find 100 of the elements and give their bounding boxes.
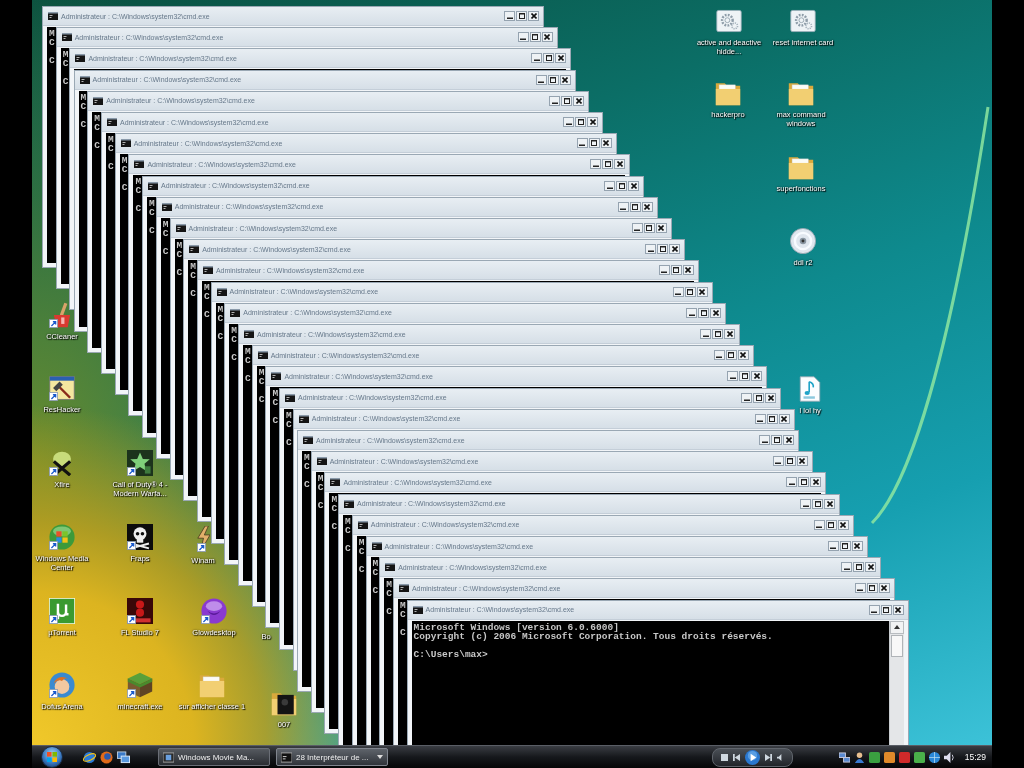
- minimize-button[interactable]: [672, 286, 684, 297]
- minimize-button[interactable]: [549, 95, 561, 106]
- minimize-button[interactable]: [686, 307, 698, 318]
- scroll-thumb[interactable]: [890, 634, 903, 657]
- volume-icon[interactable]: [943, 751, 955, 763]
- globe-icon[interactable]: [928, 751, 940, 763]
- skull-icon[interactable]: [127, 524, 153, 550]
- minimize-button[interactable]: [713, 350, 725, 361]
- minimize-button[interactable]: [604, 180, 616, 191]
- close-button[interactable]: [541, 32, 553, 43]
- close-button[interactable]: [655, 223, 667, 233]
- maximize-button[interactable]: [629, 201, 641, 212]
- close-button[interactable]: [628, 180, 640, 191]
- cartoon-head-icon[interactable]: [49, 672, 75, 698]
- close-button[interactable]: [573, 95, 585, 106]
- minimize-button[interactable]: [700, 329, 711, 339]
- minimize-button[interactable]: [759, 435, 770, 445]
- minimize-button[interactable]: [504, 11, 515, 21]
- maximize-button[interactable]: [866, 583, 878, 594]
- close-button[interactable]: [751, 371, 763, 382]
- minimize-button[interactable]: [576, 138, 588, 149]
- maximize-button[interactable]: [643, 223, 655, 233]
- close-button[interactable]: [724, 329, 735, 339]
- close-button[interactable]: [837, 519, 849, 530]
- taskbar-button[interactable]: 28 Interpréteur de ...: [276, 748, 388, 766]
- maximize-button[interactable]: [825, 519, 837, 530]
- close-button[interactable]: [587, 117, 598, 127]
- maximize-button[interactable]: [616, 180, 628, 191]
- close-button[interactable]: [641, 201, 653, 212]
- console-area[interactable]: Microsoft Windows [version 6.0.6000] Copyright (c) 2006 Microsoft Corporation. Tous droits réservés. C:\Users\max>: [411, 620, 889, 745]
- minimize-button[interactable]: [813, 519, 825, 530]
- maximize-button[interactable]: [784, 456, 796, 467]
- music-file-icon[interactable]: [797, 376, 823, 402]
- maximize-button[interactable]: [880, 604, 892, 615]
- taskbar-button[interactable]: Windows Movie Ma...: [158, 748, 270, 766]
- close-button[interactable]: [824, 498, 836, 509]
- close-button[interactable]: [669, 244, 681, 255]
- maximize-button[interactable]: [529, 32, 541, 43]
- maximize-button[interactable]: [561, 95, 573, 106]
- minimize-button[interactable]: [631, 223, 643, 233]
- maximize-button[interactable]: [766, 413, 778, 424]
- stacked-windows-icon[interactable]: [117, 750, 130, 764]
- maximize-button[interactable]: [602, 159, 614, 170]
- star-tile-icon[interactable]: [127, 450, 153, 476]
- hammer-window-icon[interactable]: [49, 375, 75, 401]
- flag-orb-icon[interactable]: [49, 524, 75, 550]
- maximize-button[interactable]: [712, 329, 723, 339]
- folder-icon[interactable]: [788, 80, 814, 106]
- maximize-button[interactable]: [725, 350, 737, 361]
- maximize-button[interactable]: [516, 11, 527, 21]
- gear-document-icon[interactable]: [716, 8, 742, 34]
- maximize-button[interactable]: [543, 53, 555, 64]
- maximize-button[interactable]: [575, 117, 586, 127]
- tray-app-icon[interactable]: [883, 751, 895, 763]
- app-icon[interactable]: [100, 750, 113, 764]
- clock[interactable]: 15:29: [964, 752, 986, 762]
- minimize-button[interactable]: [535, 74, 547, 85]
- maximize-button[interactable]: [684, 286, 696, 297]
- volume-icon[interactable]: [776, 753, 784, 761]
- minimize-button[interactable]: [841, 562, 853, 573]
- play-button[interactable]: [744, 749, 760, 765]
- close-button[interactable]: [710, 307, 722, 318]
- logo-tile-icon[interactable]: [49, 598, 75, 624]
- folder-icon[interactable]: [715, 80, 741, 106]
- close-button[interactable]: [600, 138, 612, 149]
- close-button[interactable]: [878, 583, 890, 594]
- minimize-button[interactable]: [517, 32, 529, 43]
- close-button[interactable]: [783, 435, 794, 445]
- tray-app-icon[interactable]: [898, 751, 910, 763]
- image-folder-icon[interactable]: [271, 690, 297, 716]
- minimize-button[interactable]: [786, 477, 798, 488]
- minimize-button[interactable]: [868, 604, 880, 615]
- maximize-button[interactable]: [839, 541, 851, 551]
- maximize-button[interactable]: [547, 74, 559, 85]
- minimize-button[interactable]: [854, 583, 866, 594]
- maximize-button[interactable]: [670, 265, 682, 276]
- maximize-button[interactable]: [853, 562, 865, 573]
- maximize-button[interactable]: [771, 435, 782, 445]
- person-icon[interactable]: [853, 751, 865, 763]
- scroll-up-button[interactable]: [889, 620, 904, 634]
- minimize-button[interactable]: [658, 265, 670, 276]
- minimize-button[interactable]: [563, 117, 574, 127]
- globe-icon[interactable]: [83, 750, 96, 764]
- close-button[interactable]: [865, 562, 877, 573]
- tray-app-icon[interactable]: [913, 751, 925, 763]
- previous-icon[interactable]: [732, 753, 740, 761]
- minimize-button[interactable]: [772, 456, 784, 467]
- minimize-button[interactable]: [727, 371, 739, 382]
- minimize-button[interactable]: [754, 413, 766, 424]
- minimize-button[interactable]: [827, 541, 839, 551]
- close-button[interactable]: [765, 392, 777, 403]
- close-button[interactable]: [737, 350, 749, 361]
- gear-document-icon[interactable]: [790, 8, 816, 34]
- circles-tile-icon[interactable]: [127, 598, 153, 624]
- maximize-button[interactable]: [812, 498, 824, 509]
- close-button[interactable]: [614, 159, 626, 170]
- next-icon[interactable]: [764, 753, 772, 761]
- maximize-button[interactable]: [739, 371, 751, 382]
- grass-block-icon[interactable]: [127, 672, 153, 698]
- maximize-button[interactable]: [588, 138, 600, 149]
